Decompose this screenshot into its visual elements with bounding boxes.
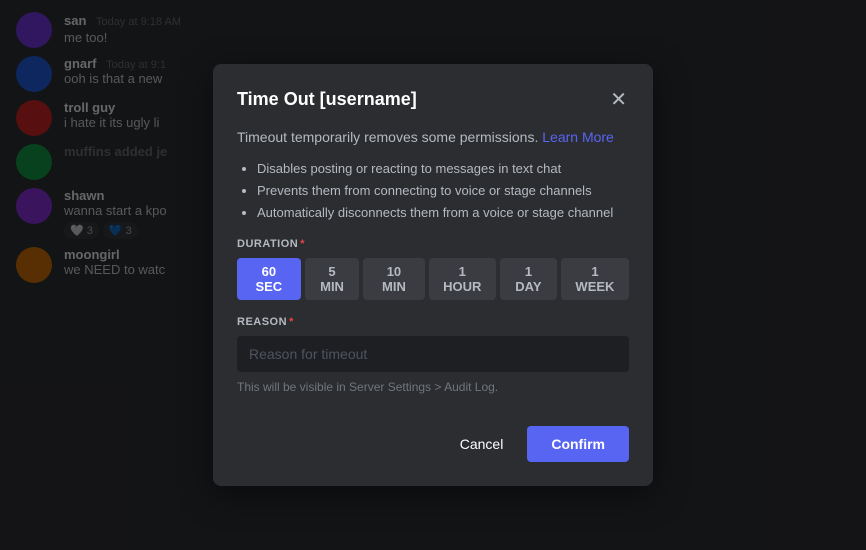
duration-1day[interactable]: 1 DAY bbox=[500, 258, 557, 300]
duration-1hour[interactable]: 1 HOUR bbox=[429, 258, 497, 300]
close-button[interactable]: ✕ bbox=[608, 88, 629, 112]
confirm-button[interactable]: Confirm bbox=[527, 426, 629, 462]
duration-5min[interactable]: 5 MIN bbox=[305, 258, 360, 300]
modal-description: Timeout temporarily removes some permiss… bbox=[237, 128, 629, 148]
duration-1week[interactable]: 1 WEEK bbox=[561, 258, 629, 300]
reason-input[interactable] bbox=[237, 336, 629, 372]
duration-10min[interactable]: 10 MIN bbox=[363, 258, 424, 300]
cancel-button[interactable]: Cancel bbox=[444, 426, 520, 462]
duration-group: 60 SEC 5 MIN 10 MIN 1 HOUR 1 DAY 1 WEEK bbox=[237, 258, 629, 300]
learn-more-link[interactable]: Learn More bbox=[542, 129, 614, 145]
bullet-item-3: Automatically disconnects them from a vo… bbox=[257, 204, 629, 222]
modal-title: Time Out [username] bbox=[237, 89, 417, 110]
modal-footer: Cancel Confirm bbox=[237, 418, 629, 462]
reason-label: REASON* bbox=[237, 316, 629, 328]
duration-label: DURATION* bbox=[237, 238, 629, 250]
audit-note: This will be visible in Server Settings … bbox=[237, 380, 629, 394]
duration-60sec[interactable]: 60 SEC bbox=[237, 258, 301, 300]
timeout-modal: Time Out [username] ✕ Timeout temporaril… bbox=[213, 64, 653, 486]
bullet-list: Disables posting or reacting to messages… bbox=[237, 160, 629, 223]
modal-overlay: Time Out [username] ✕ Timeout temporaril… bbox=[0, 0, 866, 550]
bullet-item-2: Prevents them from connecting to voice o… bbox=[257, 182, 629, 200]
bullet-item-1: Disables posting or reacting to messages… bbox=[257, 160, 629, 178]
modal-header: Time Out [username] ✕ bbox=[237, 88, 629, 112]
